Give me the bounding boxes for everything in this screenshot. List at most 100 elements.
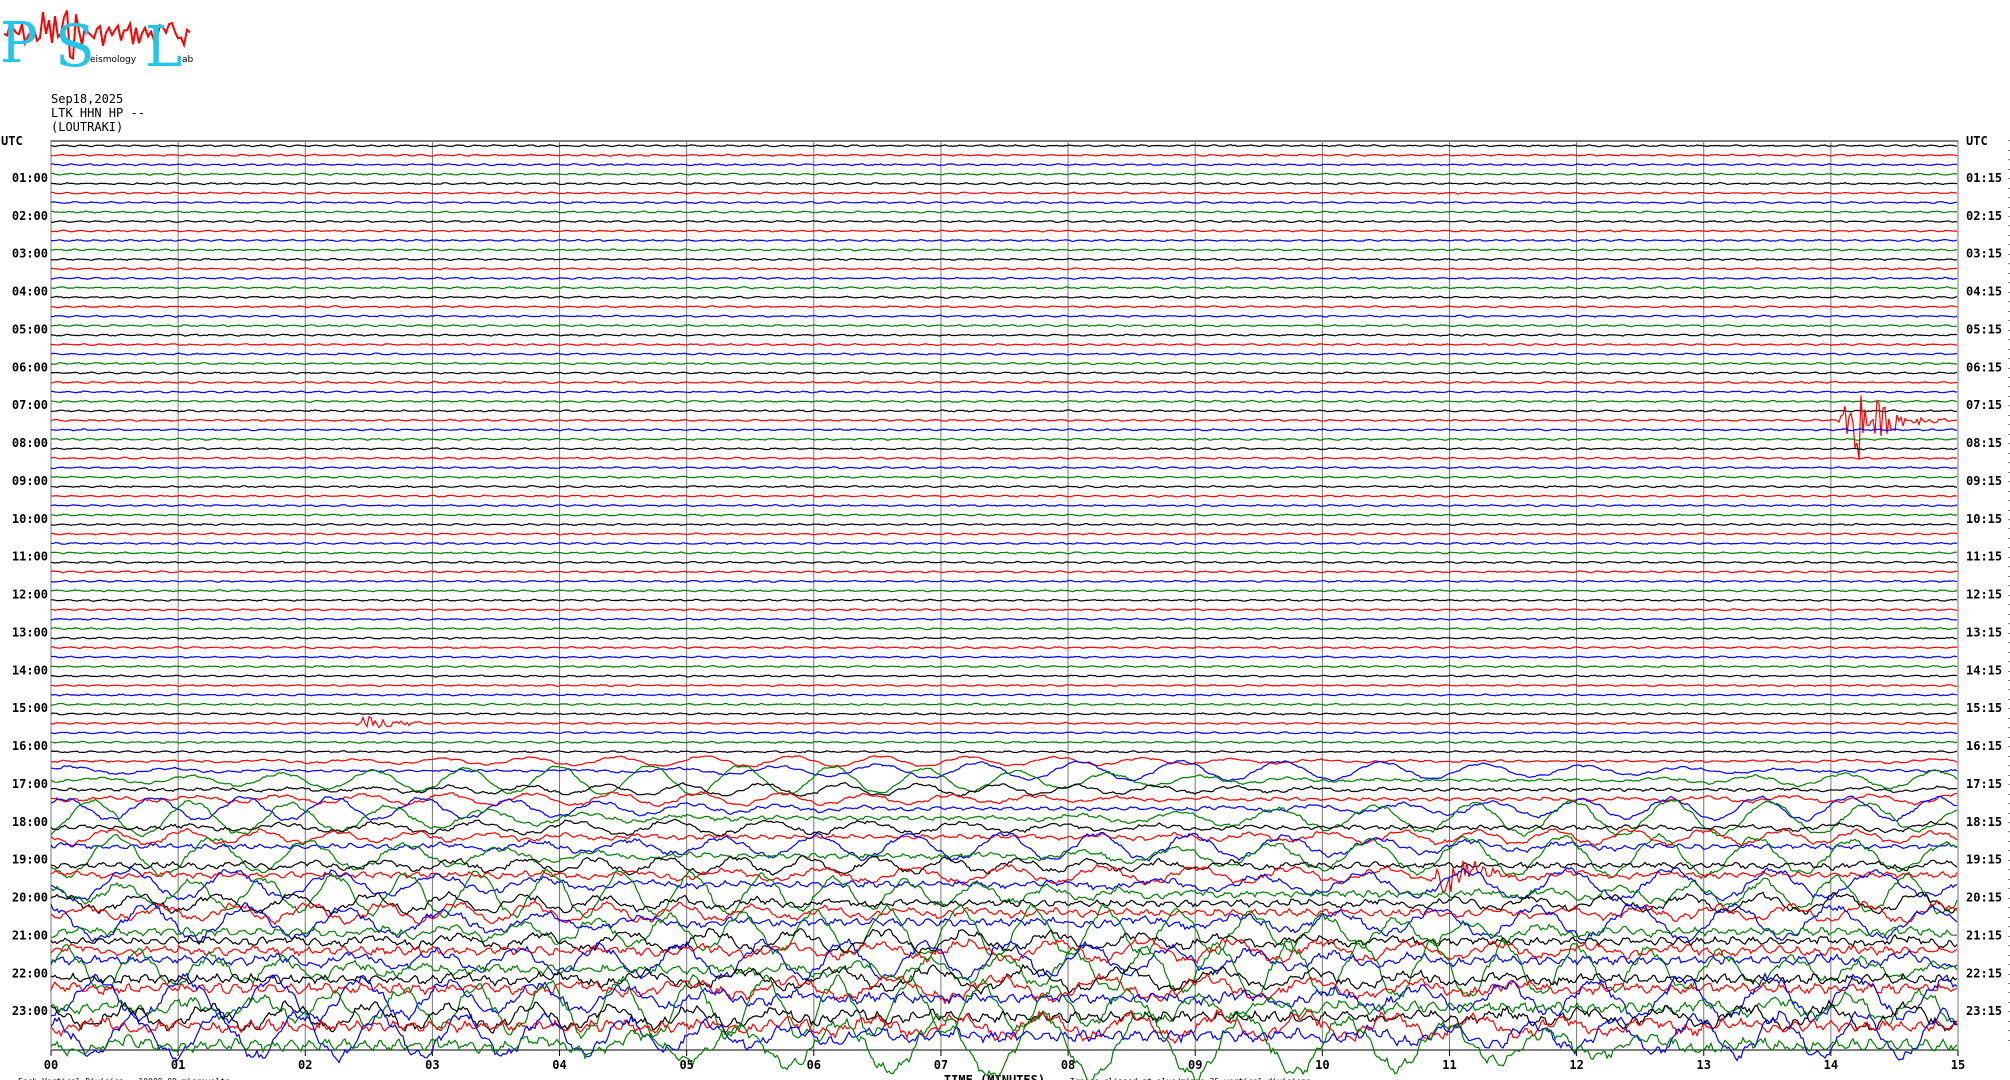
x-tick-label: 02	[298, 1058, 312, 1072]
seismic-trace	[50, 627, 1958, 631]
seismic-trace	[50, 172, 1958, 176]
seismic-trace	[50, 200, 1958, 205]
seismic-trace	[50, 754, 1958, 768]
hour-label-left: 20:00	[12, 891, 48, 905]
hour-label-right: 14:15	[1966, 663, 2002, 677]
hour-label-right: 16:15	[1966, 739, 2002, 753]
x-tick-label: 03	[425, 1058, 439, 1072]
x-tick-label: 08	[1061, 1058, 1075, 1072]
seismic-trace	[50, 333, 1958, 337]
seismic-trace	[50, 798, 1958, 838]
seismic-trace	[50, 827, 1958, 848]
hour-label-left: 11:00	[12, 550, 48, 564]
seismic-trace	[50, 869, 1958, 919]
seismic-trace	[50, 409, 1958, 413]
hour-label-left: 02:00	[12, 209, 48, 223]
seismic-trace	[50, 267, 1958, 271]
seismic-trace	[50, 683, 1958, 688]
seismic-trace	[50, 617, 1958, 621]
x-tick-label: 09	[1188, 1058, 1202, 1072]
hour-label-right: 09:15	[1966, 474, 2002, 488]
seismic-trace	[50, 664, 1958, 669]
seismic-trace	[50, 238, 1958, 243]
seismic-trace	[50, 153, 1958, 157]
hour-label-right: 23:15	[1966, 1004, 2002, 1018]
seismic-trace	[50, 494, 1958, 498]
hour-label-left: 14:00	[12, 663, 48, 677]
seismic-trace	[50, 295, 1958, 299]
seismic-trace	[50, 513, 1958, 517]
seismic-trace	[50, 1007, 1958, 1064]
x-tick-label: 07	[934, 1058, 948, 1072]
hour-label-left: 08:00	[12, 436, 48, 450]
seismic-trace	[50, 636, 1958, 640]
hour-label-left: 21:00	[12, 928, 48, 942]
hour-label-left: 07:00	[12, 398, 48, 412]
seismic-trace	[50, 901, 1958, 943]
seismic-trace	[50, 589, 1958, 593]
x-tick-label: 15	[1951, 1058, 1965, 1072]
hour-label-left: 16:00	[12, 739, 48, 753]
x-tick-label: 12	[1569, 1058, 1583, 1072]
hour-label-left: 01:00	[12, 171, 48, 185]
hour-label-right: 03:15	[1966, 247, 2002, 261]
seismic-trace	[50, 693, 1958, 697]
hour-label-right: 08:15	[1966, 436, 2002, 450]
seismic-trace	[50, 541, 1958, 546]
hour-label-left: 13:00	[12, 625, 48, 639]
seismogram-plot: 00 01 02 03 04 05 06 07 08 09 10 11 12 13 14 15 UTC UTC 01…	[1, 134, 2010, 1080]
seismic-trace	[50, 522, 1957, 527]
seismic-trace	[50, 191, 1958, 195]
hour-label-left: 06:00	[12, 360, 48, 374]
hour-label-right: 17:15	[1966, 777, 2002, 791]
seismic-trace	[50, 503, 1958, 508]
seismic-trace	[50, 371, 1958, 375]
hour-label-right: 01:15	[1966, 171, 2002, 185]
hour-label-right: 19:15	[1966, 853, 2002, 867]
seismic-trace	[50, 181, 1957, 186]
hour-label-right: 10:15	[1966, 512, 2002, 526]
hour-label-right: 20:15	[1966, 891, 2002, 905]
seismic-trace	[50, 731, 1958, 735]
seismic-trace	[50, 674, 1958, 678]
hour-label-left: 19:00	[12, 853, 48, 867]
hour-label-right: 04:15	[1966, 285, 2002, 299]
seismic-trace	[50, 740, 1958, 744]
seismic-trace	[50, 750, 1958, 754]
seismic-trace	[50, 342, 1958, 347]
seismic-trace	[50, 352, 1958, 356]
hour-label-left: 18:00	[12, 815, 48, 829]
seismic-trace	[50, 570, 1958, 574]
seismic-trace	[50, 456, 1958, 460]
right-axis-label: UTC	[1966, 134, 1988, 148]
seismic-trace	[50, 759, 1958, 782]
seismic-trace	[50, 551, 1958, 555]
seismic-trace	[50, 645, 1958, 650]
seismic-trace	[50, 257, 1958, 261]
hour-label-left: 17:00	[12, 777, 48, 791]
hour-label-left: 15:00	[12, 701, 48, 715]
x-axis-title: TIME (MINUTES)	[944, 1073, 1045, 1080]
hour-label-left: 10:00	[12, 512, 48, 526]
hour-label-left: 23:00	[12, 1004, 48, 1018]
seismic-trace	[51, 380, 1958, 385]
seismic-trace	[51, 702, 1958, 707]
seismic-trace	[50, 475, 1958, 479]
seismic-trace	[50, 399, 1958, 404]
hour-label-right: 21:15	[1966, 928, 2002, 942]
hour-label-right: 15:15	[1966, 701, 2002, 715]
seismic-trace	[50, 579, 1958, 583]
seismic-trace	[50, 395, 1958, 460]
seismic-trace	[50, 608, 1958, 612]
seismic-trace	[50, 276, 1958, 280]
hour-label-right: 07:15	[1966, 398, 2002, 412]
seismic-trace	[50, 655, 1958, 659]
seismic-trace	[50, 210, 1958, 214]
seismic-trace	[50, 560, 1958, 564]
hour-label-left: 04:00	[12, 285, 48, 299]
seismic-trace	[50, 305, 1958, 309]
hour-label-left: 03:00	[12, 247, 48, 261]
hour-label-right: 11:15	[1966, 550, 2002, 564]
x-tick-label: 00	[44, 1058, 58, 1072]
seismic-trace	[50, 484, 1958, 489]
